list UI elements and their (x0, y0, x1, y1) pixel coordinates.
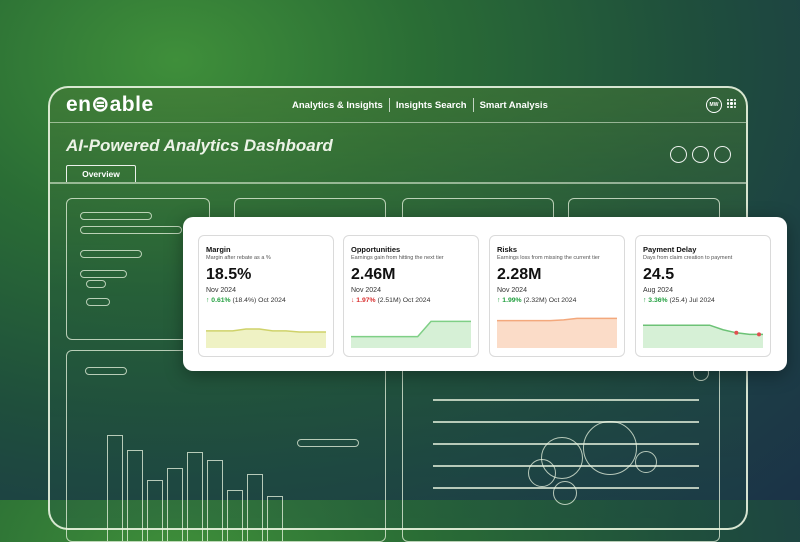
wire-bar (247, 474, 263, 541)
kpi-title: Opportunities (351, 245, 401, 254)
kpi-period: Nov 2024 (497, 287, 527, 294)
kpi-trend: ↑ 3.36% (25.4) Jul 2024 (643, 297, 715, 304)
kpi-sparkline (351, 320, 471, 348)
kpi-trend: ↑ 1.99% (2.32M) Oct 2024 (497, 297, 576, 304)
wire-bubble (583, 421, 637, 475)
sparkline-area (351, 321, 471, 348)
circle-button-1[interactable] (670, 146, 687, 163)
sparkline-marker (757, 332, 761, 337)
kpi-card-margin[interactable]: Margin Margin after rebate as a % 18.5% … (198, 235, 334, 357)
kpi-value: 2.46M (351, 266, 396, 283)
kpi-change-detail: (2.32M) Oct 2024 (521, 297, 577, 304)
kpi-card-risks[interactable]: Risks Earnings loss from missing the cur… (489, 235, 625, 357)
page-title: AI-Powered Analytics Dashboard (66, 136, 333, 155)
kpi-change-pct: 1.99% (502, 297, 522, 304)
kpi-trend: ↓ 1.97% (2.51M) Oct 2024 (351, 297, 430, 304)
kpi-card-payment-delay[interactable]: Payment Delay Days from claim creation t… (635, 235, 771, 357)
kpi-sparkline (206, 328, 326, 348)
wire-pill (80, 226, 182, 234)
kpi-change-pct: 3.36% (648, 297, 668, 304)
kpi-subtitle: Earnings gain from hitting the next tier (351, 255, 444, 261)
kpi-title: Margin (206, 245, 231, 254)
arrow-up-icon: ↑ (206, 297, 210, 304)
wire-pill (80, 270, 127, 278)
wire-pill (85, 367, 127, 375)
kpi-card-opportunities[interactable]: Opportunities Earnings gain from hitting… (343, 235, 479, 357)
arrow-up-icon: ↑ (497, 297, 501, 304)
wire-bubble-panel (402, 350, 720, 542)
circle-button-3[interactable] (714, 146, 731, 163)
wire-bar (207, 460, 223, 541)
kpi-change-detail: (18.4%) Oct 2024 (230, 297, 286, 304)
kpi-value: 2.28M (497, 266, 542, 283)
kpi-period: Aug 2024 (643, 287, 673, 294)
wire-pill (86, 298, 110, 306)
wire-bar (267, 496, 283, 541)
kpi-period: Nov 2024 (351, 287, 381, 294)
kpi-sparkline (643, 324, 763, 348)
wire-pill (80, 250, 142, 258)
wire-bar (147, 480, 163, 541)
kpi-change-pct: 1.97% (356, 297, 376, 304)
tab-underline (50, 182, 746, 184)
sparkline-area (643, 325, 763, 348)
wire-bar (107, 435, 123, 541)
wire-bar (127, 450, 143, 541)
kpi-subtitle: Earnings loss from missing the current t… (497, 255, 600, 261)
wire-bar (227, 490, 243, 541)
sparkline-area (497, 318, 617, 348)
kpi-title: Payment Delay (643, 245, 697, 254)
wire-bubble (635, 451, 657, 473)
kpi-title: Risks (497, 245, 518, 254)
kpi-subtitle: Days from claim creation to payment (643, 255, 733, 261)
kpi-panel: Margin Margin after rebate as a % 18.5% … (183, 217, 787, 371)
kpi-value: 18.5% (206, 266, 252, 283)
sparkline-marker (734, 330, 739, 335)
kpi-value: 24.5 (643, 266, 675, 283)
wire-pill (86, 280, 106, 288)
wire-bubble (553, 481, 577, 505)
main-nav: Analytics & Insights Insights Search Sma… (286, 98, 554, 112)
wire-pill (80, 212, 152, 220)
kpi-trend: ↑ 0.61% (18.4%) Oct 2024 (206, 297, 286, 304)
nav-analytics-insights[interactable]: Analytics & Insights (286, 100, 389, 111)
kpi-change-pct: 0.61% (211, 297, 231, 304)
wire-bubble (528, 459, 556, 487)
kpi-sparkline (497, 317, 617, 348)
wire-gridline (433, 421, 699, 423)
kpi-subtitle: Margin after rebate as a % (206, 255, 271, 261)
kpi-change-detail: (2.51M) Oct 2024 (375, 297, 431, 304)
nav-smart-analysis[interactable]: Smart Analysis (474, 100, 554, 111)
arrow-down-icon: ↓ (351, 297, 355, 304)
tab-overview[interactable]: Overview (66, 165, 136, 182)
wire-pill (297, 439, 359, 447)
kpi-change-detail: (25.4) Jul 2024 (667, 297, 715, 304)
nav-insights-search[interactable]: Insights Search (390, 100, 473, 111)
app-grid-icon[interactable] (727, 99, 736, 108)
arrow-up-icon: ↑ (643, 297, 647, 304)
top-nav-bar: en⊜able Analytics & Insights Insights Se… (50, 88, 746, 123)
user-avatar[interactable]: MW (706, 97, 722, 113)
enable-logo[interactable]: en⊜able (66, 92, 154, 117)
wire-bar-chart-panel (66, 350, 386, 542)
wire-bar (167, 468, 183, 541)
circle-button-2[interactable] (692, 146, 709, 163)
kpi-period: Nov 2024 (206, 287, 236, 294)
wire-gridline (433, 399, 699, 401)
wire-bar (187, 452, 203, 541)
